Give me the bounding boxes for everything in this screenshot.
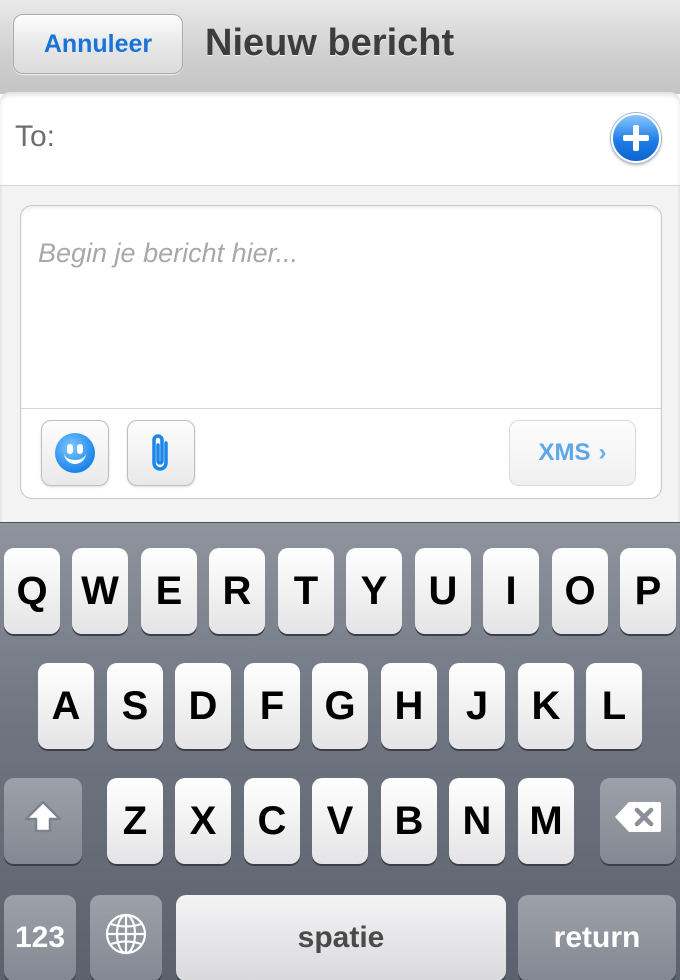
key-m[interactable]: M (518, 778, 574, 864)
numbers-key[interactable]: 123 (4, 895, 76, 980)
key-l[interactable]: L (586, 663, 642, 749)
keyboard: Q W E R T Y U I O P A S D F G H J K L Z … (0, 522, 680, 980)
key-s[interactable]: S (107, 663, 163, 749)
key-f[interactable]: F (244, 663, 300, 749)
key-y[interactable]: Y (346, 548, 402, 634)
attach-button[interactable] (127, 420, 195, 486)
emoji-button[interactable] (41, 420, 109, 486)
send-label: XMS (538, 439, 591, 466)
key-k[interactable]: K (518, 663, 574, 749)
composer-divider (21, 408, 661, 409)
key-a[interactable]: A (38, 663, 94, 749)
key-o[interactable]: O (552, 548, 608, 634)
key-q[interactable]: Q (4, 548, 60, 634)
recipient-label: To: (15, 120, 56, 153)
globe-icon (104, 912, 148, 964)
backspace-icon (613, 800, 663, 842)
key-r[interactable]: R (209, 548, 265, 634)
chevron-right-icon: › (598, 439, 607, 466)
smiley-icon (55, 433, 95, 473)
space-key[interactable]: spatie (176, 895, 506, 980)
key-c[interactable]: C (244, 778, 300, 864)
key-p[interactable]: P (620, 548, 676, 634)
paperclip-icon (146, 431, 176, 475)
key-i[interactable]: I (483, 548, 539, 634)
key-h[interactable]: H (381, 663, 437, 749)
key-z[interactable]: Z (107, 778, 163, 864)
key-u[interactable]: U (415, 548, 471, 634)
shift-icon (23, 799, 63, 843)
key-v[interactable]: V (312, 778, 368, 864)
cancel-button[interactable]: Annuleer (13, 14, 183, 74)
key-n[interactable]: N (449, 778, 505, 864)
key-j[interactable]: J (449, 663, 505, 749)
message-input[interactable]: Begin je bericht hier... (38, 238, 638, 269)
page-title: Nieuw bericht (205, 22, 455, 64)
navigation-bar: Annuleer Nieuw bericht (0, 0, 680, 94)
key-t[interactable]: T (278, 548, 334, 634)
key-b[interactable]: B (381, 778, 437, 864)
key-w[interactable]: W (72, 548, 128, 634)
shift-key[interactable] (4, 778, 82, 864)
key-x[interactable]: X (175, 778, 231, 864)
send-xms-button[interactable]: XMS › (509, 420, 636, 486)
key-g[interactable]: G (312, 663, 368, 749)
recipient-field[interactable]: To: (0, 92, 680, 186)
backspace-key[interactable] (600, 778, 676, 864)
globe-key[interactable] (90, 895, 162, 980)
key-e[interactable]: E (141, 548, 197, 634)
plus-circle-icon[interactable] (611, 113, 661, 163)
return-key[interactable]: return (518, 895, 676, 980)
key-d[interactable]: D (175, 663, 231, 749)
